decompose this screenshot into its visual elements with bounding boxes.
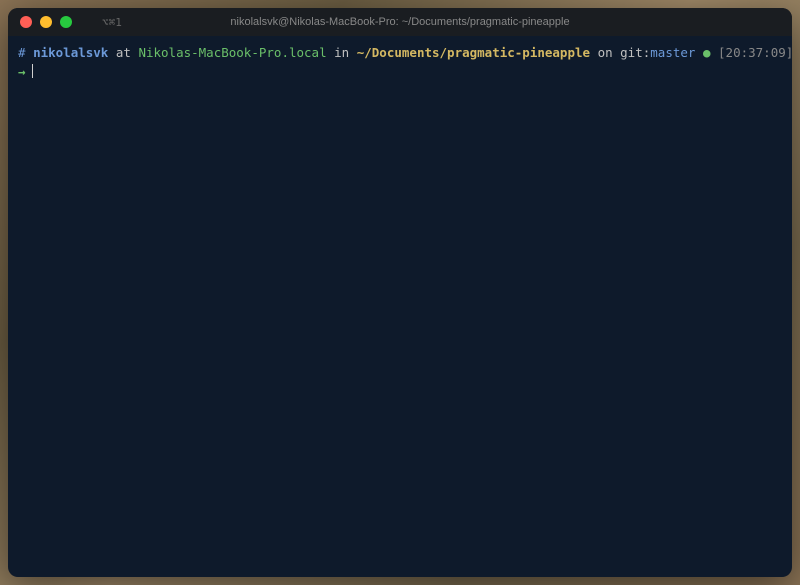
prompt-hostname: Nikolas-MacBook-Pro.local bbox=[138, 45, 326, 60]
prompt-at: at bbox=[116, 45, 131, 60]
prompt-arrow-icon: → bbox=[18, 63, 26, 81]
input-line[interactable]: → bbox=[18, 63, 782, 81]
cursor-icon bbox=[32, 64, 33, 78]
prompt-timestamp: [20:37:09] bbox=[718, 45, 792, 60]
minimize-icon[interactable] bbox=[40, 16, 52, 28]
close-icon[interactable] bbox=[20, 16, 32, 28]
prompt-path: ~/Documents/pragmatic-pineapple bbox=[357, 45, 590, 60]
prompt-username: nikolalsvk bbox=[33, 45, 108, 60]
terminal-body[interactable]: # nikolalsvk at Nikolas-MacBook-Pro.loca… bbox=[8, 36, 792, 88]
terminal-window: ⌥⌘1 nikolalsvk@Nikolas-MacBook-Pro: ~/Do… bbox=[8, 8, 792, 577]
shortcut-label: ⌥⌘1 bbox=[102, 16, 122, 29]
git-branch: master bbox=[650, 45, 695, 60]
git-status-dot-icon: ● bbox=[703, 45, 711, 60]
prompt-line: # nikolalsvk at Nikolas-MacBook-Pro.loca… bbox=[18, 44, 782, 62]
prompt-hash: # bbox=[18, 45, 26, 60]
traffic-lights bbox=[20, 16, 72, 28]
prompt-in: in bbox=[334, 45, 349, 60]
maximize-icon[interactable] bbox=[60, 16, 72, 28]
title-bar: ⌥⌘1 nikolalsvk@Nikolas-MacBook-Pro: ~/Do… bbox=[8, 8, 792, 36]
prompt-on: on bbox=[598, 45, 613, 60]
window-title: nikolalsvk@Nikolas-MacBook-Pro: ~/Docume… bbox=[230, 16, 569, 28]
git-label: git: bbox=[620, 45, 650, 60]
